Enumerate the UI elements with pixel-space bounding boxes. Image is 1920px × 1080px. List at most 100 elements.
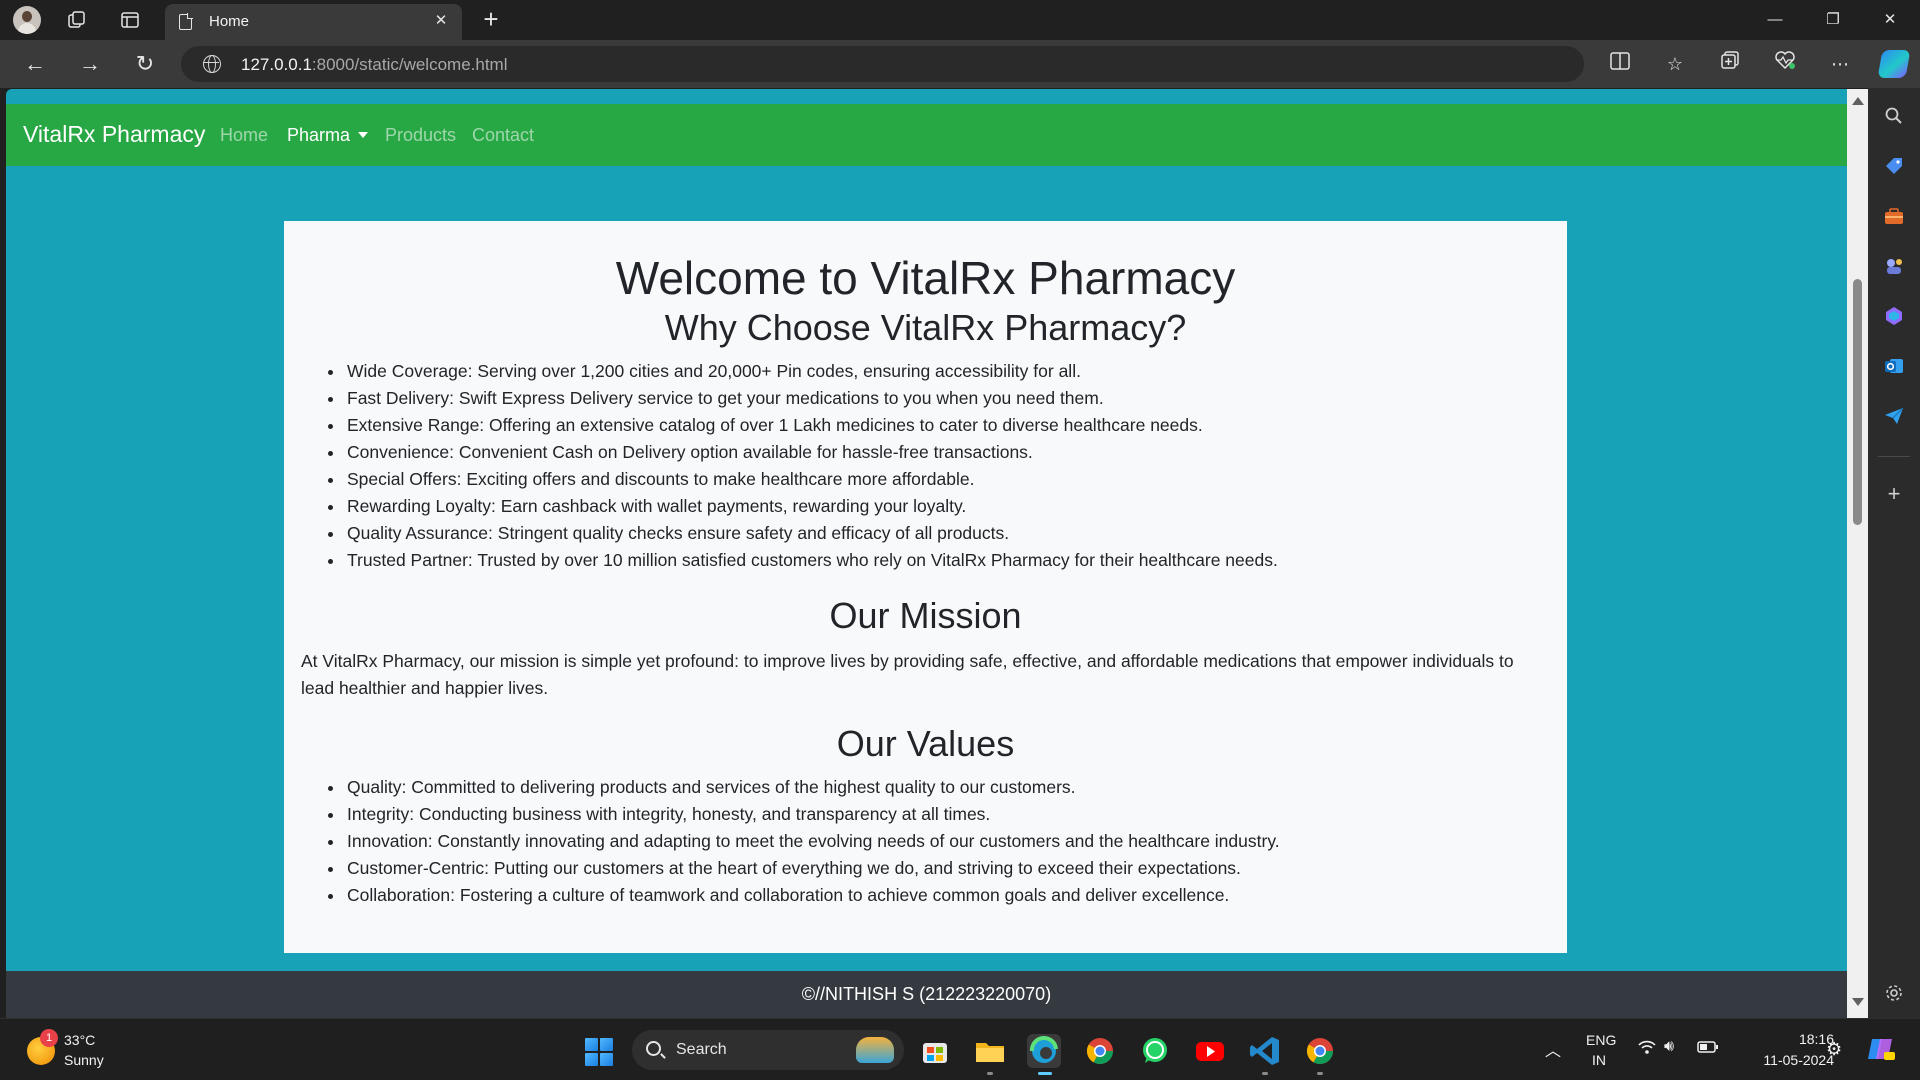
microsoft-365-icon[interactable] xyxy=(1882,304,1906,328)
new-tab-button[interactable]: + xyxy=(476,5,506,35)
why-list: Wide Coverage: Serving over 1,200 cities… xyxy=(345,358,1550,574)
chevron-down-icon xyxy=(358,131,369,138)
windows-taskbar: 1 33°C Sunny Search ︿ ENG IN 🔊︎ 18:16 11… xyxy=(0,1018,1920,1080)
sidebar-search-icon[interactable] xyxy=(1882,104,1906,128)
content-card: Welcome to VitalRx Pharmacy Why Choose V… xyxy=(284,221,1567,953)
file-explorer-icon[interactable] xyxy=(973,1034,1007,1068)
workspaces-icon[interactable] xyxy=(63,6,91,34)
list-item: Convenience: Convenient Cash on Delivery… xyxy=(345,439,1550,466)
site-footer: ©//NITHISH S (212223220070) xyxy=(6,971,1847,1018)
scroll-down-icon[interactable] xyxy=(1852,998,1864,1006)
list-item: Customer-Centric: Putting our customers … xyxy=(345,855,1550,882)
favorites-icon[interactable]: ☆ xyxy=(1660,50,1690,78)
language-top[interactable]: ENG xyxy=(1586,1032,1616,1048)
list-item: Collaboration: Fostering a culture of te… xyxy=(345,882,1550,909)
page-icon xyxy=(179,13,193,30)
search-label: Search xyxy=(676,1041,727,1058)
windows-start-icon[interactable] xyxy=(585,1038,613,1066)
close-tab-icon[interactable]: ✕ xyxy=(430,10,452,32)
weather-condition[interactable]: Sunny xyxy=(64,1052,104,1068)
sidebar-divider xyxy=(1878,456,1910,457)
edge-sidebar: + xyxy=(1868,88,1920,1018)
mission-text: At VitalRx Pharmacy, our mission is simp… xyxy=(301,651,1514,698)
outlook-icon[interactable] xyxy=(1882,354,1906,378)
site-navbar: VitalRx Pharmacy Home Pharma Products Co… xyxy=(6,104,1847,166)
chrome-icon[interactable] xyxy=(1083,1034,1117,1068)
list-item: Quality: Committed to delivering product… xyxy=(345,774,1550,801)
values-heading: Our Values xyxy=(836,723,1015,764)
shopping-tag-icon[interactable] xyxy=(1882,154,1906,178)
app-active-indicator xyxy=(1038,1072,1052,1075)
list-item: Integrity: Conducting business with inte… xyxy=(345,801,1550,828)
more-options-icon[interactable]: ⋯ xyxy=(1825,50,1855,78)
collections-icon[interactable] xyxy=(1715,50,1745,78)
tab-title: Home xyxy=(209,13,250,30)
address-bar[interactable]: 127.0.0.1:8000/static/welcome.html xyxy=(181,46,1584,82)
clock-date[interactable]: 11-05-2024 xyxy=(1735,1052,1834,1068)
values-list: Quality: Committed to delivering product… xyxy=(345,774,1550,909)
forward-icon[interactable]: → xyxy=(73,48,107,80)
language-bottom[interactable]: IN xyxy=(1592,1052,1606,1068)
tools-icon[interactable] xyxy=(1882,204,1906,228)
url-text[interactable]: 127.0.0.1:8000/static/welcome.html xyxy=(241,55,508,75)
search-highlight-icon xyxy=(856,1037,894,1063)
page-scrollbar[interactable] xyxy=(1847,89,1868,1018)
app-running-indicator xyxy=(1262,1072,1268,1075)
globe-icon xyxy=(203,55,221,73)
list-item: Special Offers: Exciting offers and disc… xyxy=(345,466,1550,493)
settings-gear-icon[interactable] xyxy=(1882,981,1906,1005)
app-running-indicator xyxy=(1317,1072,1323,1075)
profile-avatar[interactable] xyxy=(13,6,41,34)
nav-home[interactable]: Home xyxy=(220,125,268,146)
browser-toolbar: ← → ↻ 127.0.0.1:8000/static/welcome.html… xyxy=(0,40,1920,88)
list-item: Rewarding Loyalty: Earn cashback with wa… xyxy=(345,493,1550,520)
split-screen-icon[interactable] xyxy=(1605,50,1635,78)
settings-icon[interactable]: ⚙ xyxy=(1826,1039,1842,1060)
page-title: Welcome to VitalRx Pharmacy xyxy=(615,252,1236,304)
list-item: Quality Assurance: Stringent quality che… xyxy=(345,520,1550,547)
app-running-indicator xyxy=(987,1072,993,1075)
nav-products[interactable]: Products xyxy=(385,125,456,146)
close-window-button[interactable]: ✕ xyxy=(1862,0,1918,40)
vertical-tabs-icon[interactable] xyxy=(116,6,144,34)
search-icon xyxy=(646,1041,661,1056)
mission-heading: Our Mission xyxy=(829,595,1022,636)
why-heading: Why Choose VitalRx Pharmacy? xyxy=(664,307,1187,348)
edge-browser-icon[interactable] xyxy=(1027,1034,1061,1068)
games-icon[interactable] xyxy=(1882,254,1906,278)
wifi-icon[interactable] xyxy=(1637,1039,1657,1058)
scrollbar-thumb[interactable] xyxy=(1853,279,1862,525)
page-viewport: VitalRx Pharmacy Home Pharma Products Co… xyxy=(6,89,1847,1018)
chrome-profile-icon[interactable] xyxy=(1303,1034,1337,1068)
nav-pharma-dropdown[interactable]: Pharma xyxy=(287,125,369,146)
refresh-icon[interactable]: ↻ xyxy=(128,48,162,80)
volume-icon[interactable]: 🔊︎ xyxy=(1664,1038,1674,1056)
taskbar-search[interactable]: Search xyxy=(632,1030,904,1070)
vscode-icon[interactable] xyxy=(1248,1034,1282,1068)
minimize-button[interactable]: — xyxy=(1747,0,1803,40)
weather-badge: 1 xyxy=(40,1029,58,1047)
list-item: Wide Coverage: Serving over 1,200 cities… xyxy=(345,358,1550,385)
list-item: Trusted Partner: Trusted by over 10 mill… xyxy=(345,547,1550,574)
copilot-taskbar-icon[interactable] xyxy=(1866,1035,1896,1066)
send-icon[interactable] xyxy=(1882,404,1906,428)
copilot-icon[interactable] xyxy=(1877,50,1911,78)
tab-strip: Home ✕ + — ❐ ✕ xyxy=(0,0,1920,40)
back-icon[interactable]: ← xyxy=(18,48,52,80)
site-brand[interactable]: VitalRx Pharmacy xyxy=(23,121,205,148)
microsoft-store-icon[interactable] xyxy=(918,1034,952,1068)
youtube-icon[interactable] xyxy=(1193,1034,1227,1068)
add-icon[interactable]: + xyxy=(1882,481,1906,506)
list-item: Fast Delivery: Swift Express Delivery se… xyxy=(345,385,1550,412)
list-item: Extensive Range: Offering an extensive c… xyxy=(345,412,1550,439)
tab-home[interactable]: Home ✕ xyxy=(165,4,462,40)
nav-contact[interactable]: Contact xyxy=(472,125,534,146)
restore-button[interactable]: ❐ xyxy=(1805,0,1861,40)
chevron-up-icon[interactable]: ︿ xyxy=(1545,1037,1561,1061)
clock-time[interactable]: 18:16 xyxy=(1762,1031,1834,1047)
weather-temperature[interactable]: 33°C xyxy=(64,1032,95,1048)
scroll-up-icon[interactable] xyxy=(1852,97,1864,105)
browser-essentials-icon[interactable] xyxy=(1770,50,1800,78)
whatsapp-icon[interactable] xyxy=(1138,1034,1172,1068)
battery-icon[interactable] xyxy=(1697,1040,1719,1057)
